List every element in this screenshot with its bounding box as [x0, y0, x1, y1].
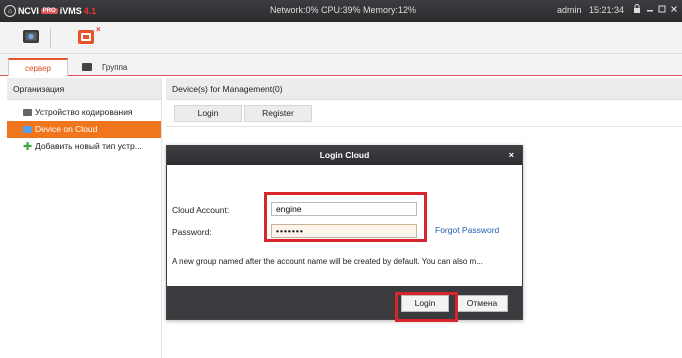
management-actions: Login Register: [174, 105, 312, 122]
logo-product: iVMS: [59, 6, 82, 16]
toolbar: ×: [0, 22, 682, 54]
control-panel-icon: [23, 30, 39, 43]
tabs-row: сервер Группа: [0, 54, 682, 76]
management-title: Device(s) for Management(0): [166, 78, 682, 100]
control-panel-button[interactable]: [22, 28, 40, 46]
system-status: Network:0% CPU:39% Memory:12%: [270, 5, 417, 15]
tree-item-label: Устройство кодирования: [35, 107, 133, 117]
maximize-icon[interactable]: [657, 4, 667, 16]
organization-panel: Организация Устройство кодирования Devic…: [7, 78, 162, 358]
minimize-icon[interactable]: [645, 4, 655, 16]
tree-item-label: Device on Cloud: [35, 124, 98, 134]
tab-group[interactable]: Группа: [72, 58, 152, 76]
dialog-footer: Login Отмена: [167, 286, 522, 319]
dialog-info-text: A new group named after the account name…: [172, 257, 483, 266]
logo-mark-icon: ⌂: [4, 5, 16, 17]
cloud-account-input[interactable]: [271, 202, 417, 216]
tree-item-label: Добавить новый тип устр...: [35, 141, 142, 151]
cloud-account-label: Cloud Account:: [172, 205, 230, 215]
logo-badge: PRO: [40, 8, 58, 14]
current-user[interactable]: admin: [557, 5, 582, 15]
organization-title: Организация: [7, 78, 161, 100]
tab-server-label: сервер: [25, 64, 51, 73]
dialog-close-icon[interactable]: ×: [509, 146, 514, 165]
password-label: Password:: [172, 227, 212, 237]
login-cloud-dialog: Login Cloud × Cloud Account: Password: •…: [166, 145, 523, 320]
tree-item-device-on-cloud[interactable]: Device on Cloud: [7, 121, 161, 138]
encoder-icon: [23, 109, 32, 116]
dialog-title-bar: Login Cloud ×: [167, 146, 522, 165]
lock-icon[interactable]: [632, 4, 642, 16]
password-input[interactable]: •••••••: [271, 224, 417, 238]
dialog-title: Login Cloud: [319, 150, 370, 160]
group-icon: [82, 63, 92, 71]
forgot-password-link[interactable]: Forgot Password: [435, 225, 499, 235]
grid-divider: [166, 126, 682, 127]
title-bar: ⌂ NCVI PRO iVMS 4.1 Network:0% CPU:39% M…: [0, 0, 682, 22]
tree-item-encoding-device[interactable]: Устройство кодирования: [7, 104, 161, 121]
register-button[interactable]: Register: [244, 105, 312, 122]
dialog-cancel-button[interactable]: Отмена: [456, 295, 508, 312]
device-management-icon: [78, 30, 94, 44]
dialog-login-button[interactable]: Login: [401, 295, 449, 312]
tab-group-label: Группа: [102, 62, 128, 72]
logo-brand: NCVI: [18, 6, 39, 16]
plus-icon: ✚: [23, 141, 33, 153]
tree-item-add-device-type[interactable]: ✚ Добавить новый тип устр...: [7, 138, 161, 155]
clock: 15:21:34: [589, 5, 625, 15]
close-icon[interactable]: [669, 4, 679, 16]
app-logo: ⌂ NCVI PRO iVMS 4.1: [4, 4, 96, 18]
device-management-button[interactable]: [77, 28, 95, 46]
cloud-device-icon: [23, 126, 32, 133]
logo-version: 4.1: [83, 6, 97, 16]
toolbar-separator: [50, 28, 51, 48]
tab-close-icon[interactable]: ×: [96, 25, 101, 34]
login-button[interactable]: Login: [174, 105, 242, 122]
tab-server[interactable]: сервер: [8, 58, 68, 76]
